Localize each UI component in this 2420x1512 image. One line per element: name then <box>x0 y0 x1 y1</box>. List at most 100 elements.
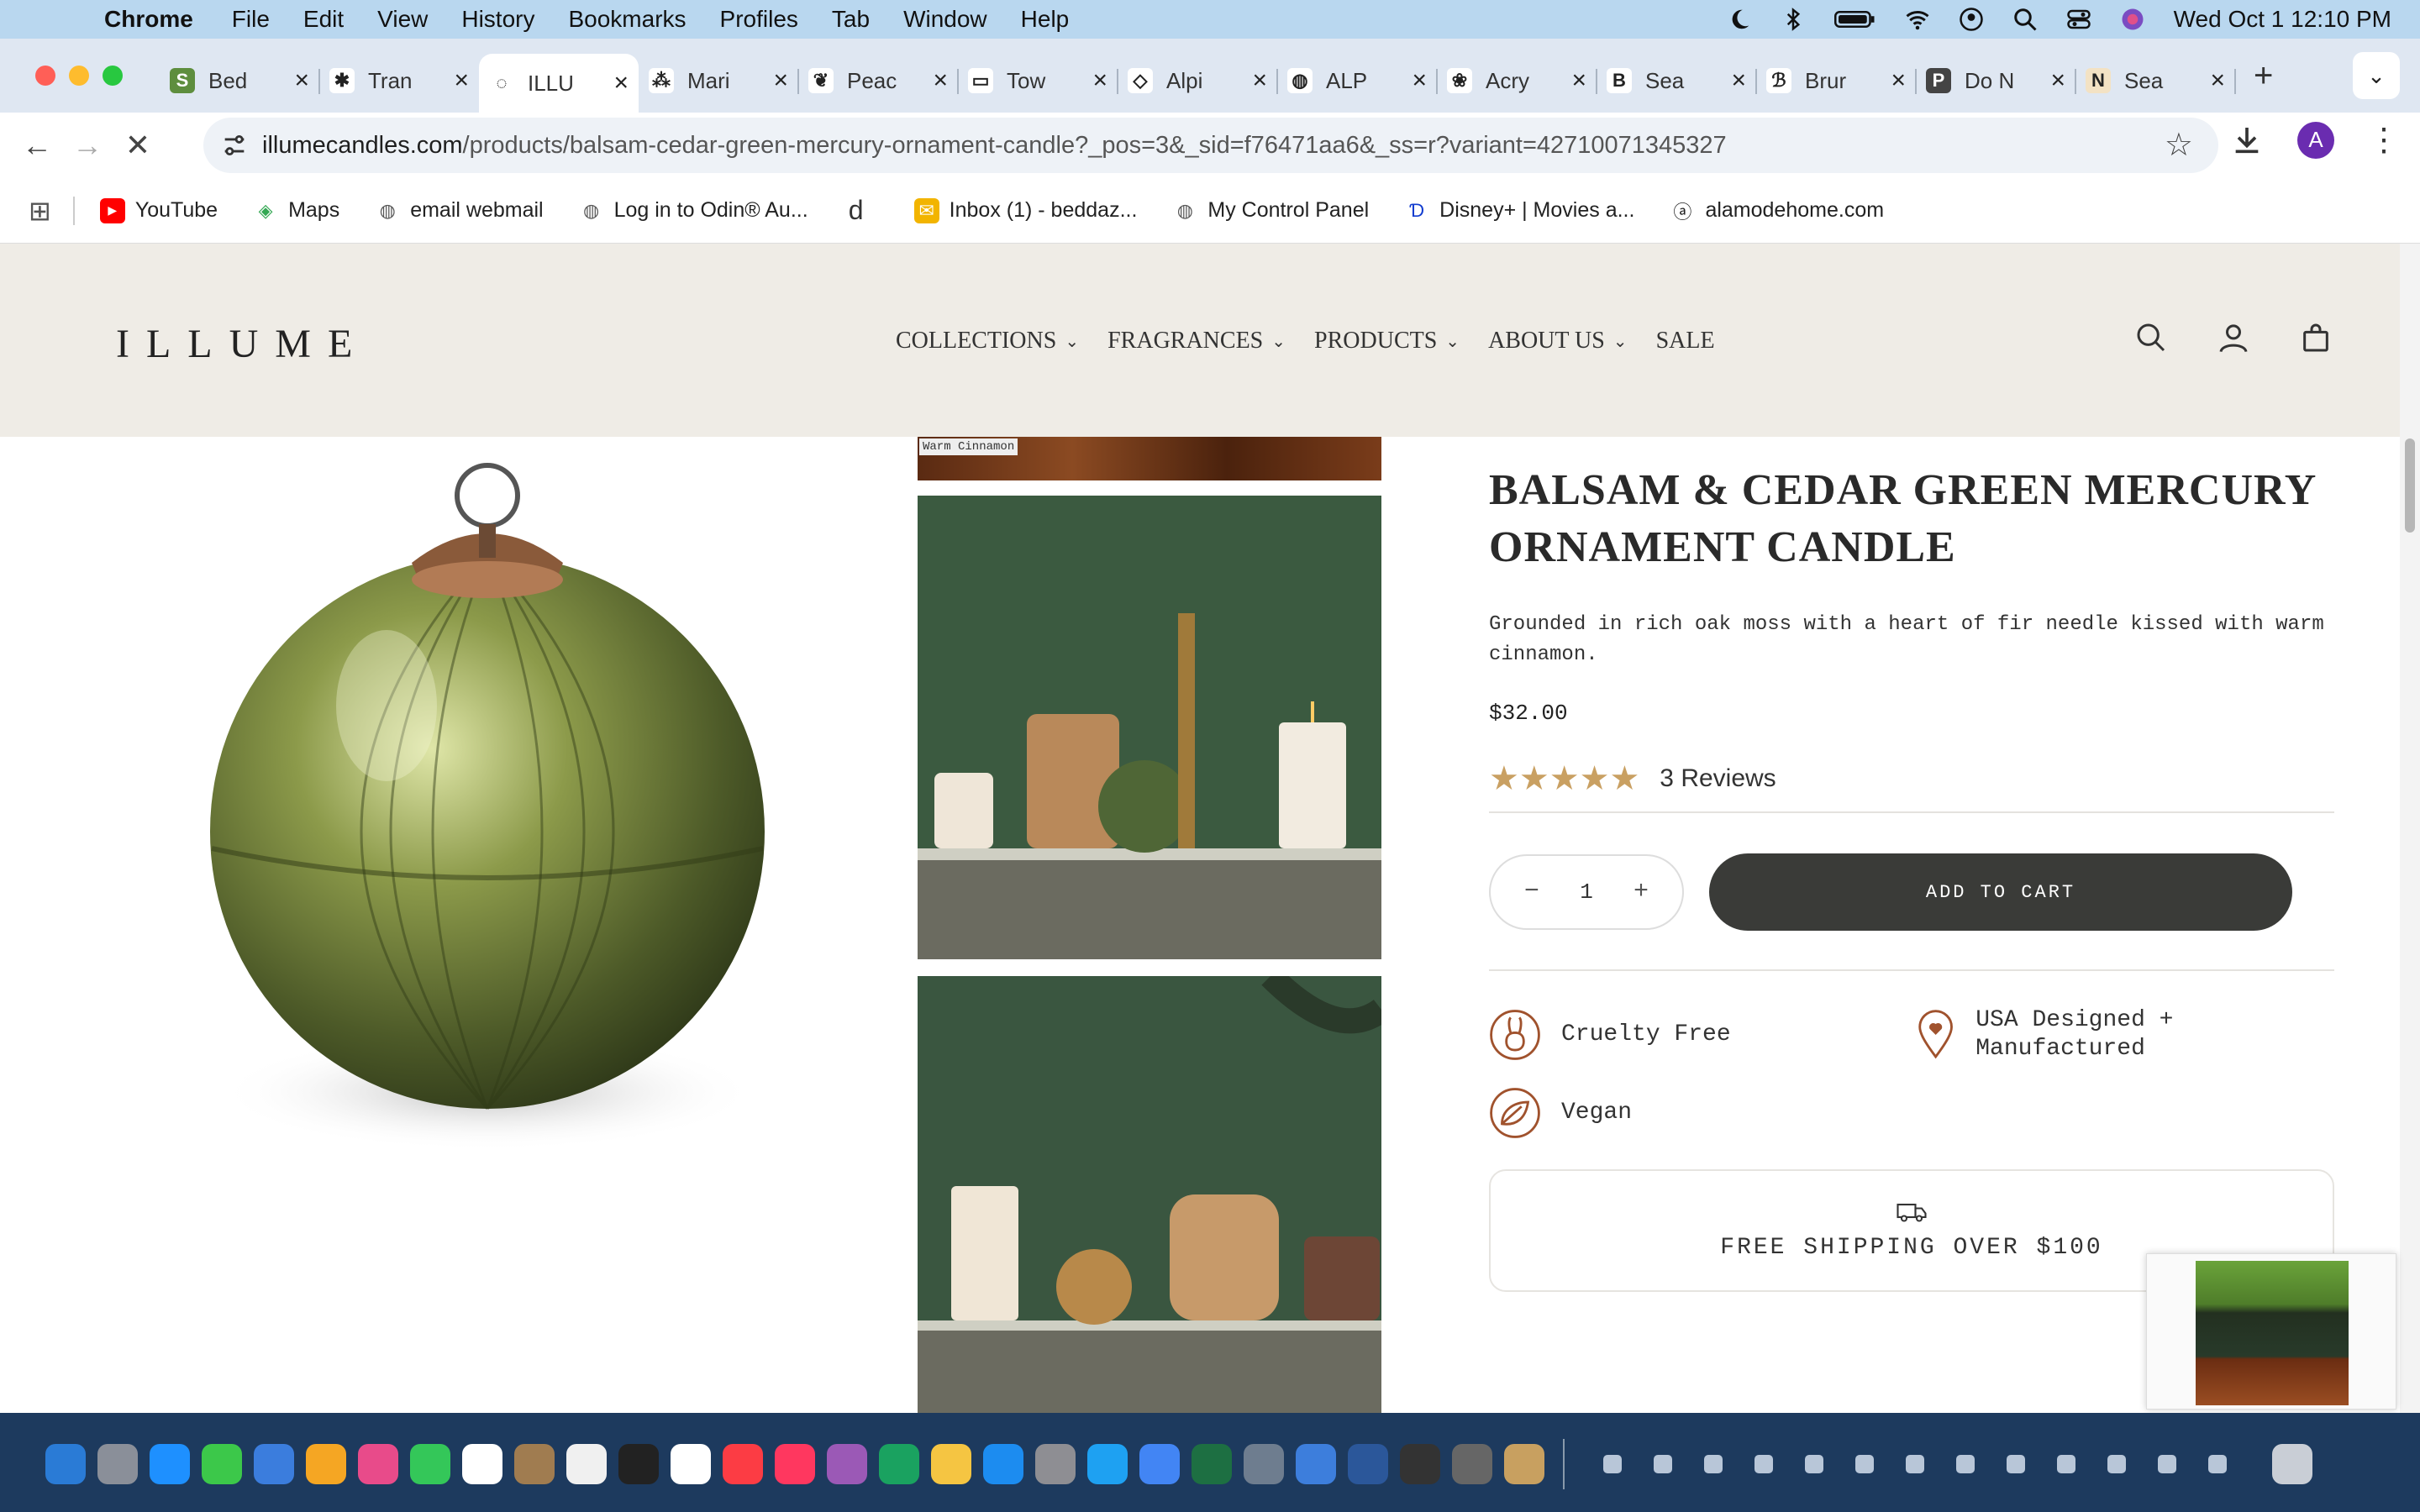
messages-icon[interactable] <box>202 1444 242 1484</box>
notes-icon[interactable] <box>671 1444 711 1484</box>
menu-help[interactable]: Help <box>1021 6 1070 33</box>
nav-about-us[interactable]: ABOUT US ⌄ <box>1488 328 1628 354</box>
browser-tab[interactable]: P Do N × <box>1916 54 2076 108</box>
close-tab-icon[interactable]: × <box>1412 66 1427 95</box>
numbers-icon[interactable] <box>879 1444 919 1484</box>
music-icon[interactable] <box>723 1444 763 1484</box>
user-account-icon[interactable] <box>1959 7 1984 32</box>
close-tab-icon[interactable]: × <box>1891 66 1906 95</box>
menubar-datetime[interactable]: Wed Oct 1 12:10 PM <box>2174 6 2391 33</box>
stop-loading-button[interactable]: ✕ <box>113 128 163 163</box>
archive-icon[interactable] <box>1504 1444 1544 1484</box>
quantity-value[interactable]: 1 <box>1580 879 1593 905</box>
tab-search-dropdown[interactable]: ⌄ <box>2353 52 2400 99</box>
word-icon[interactable] <box>1348 1444 1388 1484</box>
browser-tab[interactable]: ◌ ILLU × <box>479 54 639 113</box>
close-tab-icon[interactable]: × <box>1571 66 1586 95</box>
bookmark-item[interactable]: ◍ My Control Panel <box>1172 198 1369 223</box>
contacts-icon[interactable] <box>514 1444 555 1484</box>
bookmark-item[interactable]: ✉ Inbox (1) - beddaz... <box>913 197 1137 223</box>
close-tab-icon[interactable]: × <box>2210 66 2225 95</box>
bookmark-item[interactable]: ◍ email webmail <box>375 198 544 223</box>
dock-minimized-window-icon[interactable] <box>1956 1455 1975 1473</box>
control-center-icon[interactable] <box>2066 7 2091 32</box>
dock-minimized-window-icon[interactable] <box>1855 1455 1874 1473</box>
close-tab-icon[interactable]: × <box>454 66 469 95</box>
dock-minimized-window-icon[interactable] <box>1805 1455 1823 1473</box>
podcasts-icon[interactable] <box>827 1444 867 1484</box>
preview-icon[interactable] <box>1244 1444 1284 1484</box>
browser-tab[interactable]: ◇ Alpi × <box>1118 54 1278 108</box>
browser-tab[interactable]: B Sea × <box>1597 54 1757 108</box>
trash-icon[interactable] <box>2272 1444 2312 1484</box>
product-main-image[interactable] <box>168 454 823 1252</box>
close-tab-icon[interactable]: × <box>1092 66 1107 95</box>
gallery-image-mantel-1[interactable] <box>918 496 1381 959</box>
close-tab-icon[interactable]: × <box>2050 66 2065 95</box>
dock-minimized-window-icon[interactable] <box>2107 1455 2126 1473</box>
dock-minimized-window-icon[interactable] <box>1704 1455 1723 1473</box>
siri-icon[interactable] <box>2120 7 2145 32</box>
new-tab-button[interactable]: + <box>2254 57 2273 95</box>
menu-file[interactable]: File <box>232 6 270 33</box>
mail-icon[interactable] <box>254 1444 294 1484</box>
product-rating[interactable]: ★★★★★ 3 Reviews <box>1489 759 2334 798</box>
scrollbar-thumb[interactable] <box>2405 438 2415 533</box>
close-tab-icon[interactable]: × <box>613 69 629 97</box>
bookmark-item[interactable]: d <box>844 195 879 225</box>
browser-tab[interactable]: S Bed × <box>160 54 320 108</box>
menu-window[interactable]: Window <box>903 6 987 33</box>
nav-fragrances[interactable]: FRAGRANCES ⌄ <box>1107 328 1286 354</box>
reminders-icon[interactable] <box>566 1444 607 1484</box>
system-settings-icon[interactable] <box>1035 1444 1076 1484</box>
excel-icon[interactable] <box>1192 1444 1232 1484</box>
chrome-menu-icon[interactable]: ⋮ <box>2368 121 2400 159</box>
terminal-icon[interactable] <box>1400 1444 1440 1484</box>
browser-tab[interactable]: ✱ Tran × <box>319 54 479 108</box>
app-store-icon[interactable] <box>983 1444 1023 1484</box>
menu-edit[interactable]: Edit <box>303 6 344 33</box>
photos-icon[interactable] <box>358 1444 398 1484</box>
calendar-icon[interactable] <box>462 1444 502 1484</box>
bookmark-star-icon[interactable]: ☆ <box>2165 126 2193 164</box>
menu-history[interactable]: History <box>461 6 534 33</box>
address-bar[interactable]: illumecandles.com/products/balsam-cedar-… <box>203 118 2218 173</box>
forward-button[interactable]: → <box>62 128 113 163</box>
browser-tab[interactable]: ℬ Brur × <box>1756 54 1917 108</box>
back-button[interactable]: ← <box>12 128 62 163</box>
menu-view[interactable]: View <box>377 6 428 33</box>
browser-tab[interactable]: ❦ Peac × <box>798 54 959 108</box>
battery-icon[interactable] <box>1833 7 1876 32</box>
dock-minimized-window-icon[interactable] <box>1603 1455 1622 1473</box>
profile-avatar[interactable]: A <box>2297 121 2334 159</box>
bookmark-item[interactable]: ▶ YouTube <box>99 197 218 223</box>
nav-sale[interactable]: SALE <box>1656 328 1715 354</box>
focus-moon-icon[interactable] <box>1727 7 1752 32</box>
menu-profiles[interactable]: Profiles <box>720 6 798 33</box>
close-tab-icon[interactable]: × <box>1731 66 1746 95</box>
finder-icon[interactable] <box>45 1444 86 1484</box>
gallery-image-cinnamon[interactable]: Warm Cinnamon <box>918 437 1381 480</box>
account-icon[interactable] <box>2217 321 2250 354</box>
network-icon[interactable] <box>1296 1444 1336 1484</box>
add-to-cart-button[interactable]: ADD TO CART <box>1709 853 2292 931</box>
menu-bookmarks[interactable]: Bookmarks <box>568 6 686 33</box>
safari-icon[interactable] <box>150 1444 190 1484</box>
facetime-icon[interactable] <box>410 1444 450 1484</box>
close-tab-icon[interactable]: × <box>933 66 948 95</box>
image-preview-popup[interactable] <box>2146 1253 2396 1410</box>
page-scrollbar[interactable] <box>2400 244 2420 1413</box>
browser-tab[interactable]: ⁂ Mari × <box>639 54 799 108</box>
dock-minimized-window-icon[interactable] <box>1906 1455 1924 1473</box>
dock-minimized-window-icon[interactable] <box>2158 1455 2176 1473</box>
wifi-icon[interactable] <box>1905 7 1930 32</box>
dock-minimized-window-icon[interactable] <box>2007 1455 2025 1473</box>
maps-icon[interactable] <box>306 1444 346 1484</box>
close-tab-icon[interactable]: × <box>1252 66 1267 95</box>
nav-collections[interactable]: COLLECTIONS ⌄ <box>896 328 1079 354</box>
bookmark-item[interactable]: ◍ Log in to Odin® Au... <box>579 198 808 223</box>
spotlight-search-icon[interactable] <box>2012 7 2038 32</box>
site-info-icon[interactable] <box>220 131 249 160</box>
decrease-quantity-button[interactable]: − <box>1524 878 1539 906</box>
apps-grid-icon[interactable]: ⊞ <box>29 195 51 227</box>
